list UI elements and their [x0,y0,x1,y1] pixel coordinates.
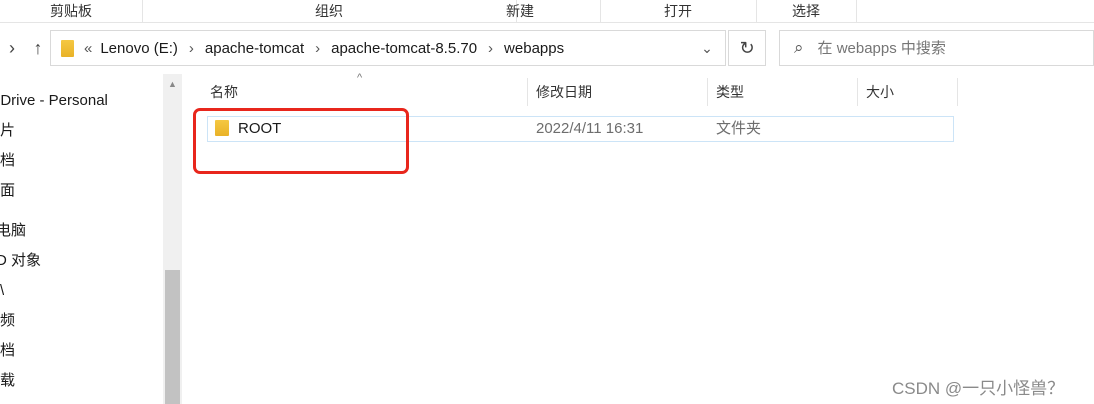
sidebar-item-documents[interactable]: 档 [0,148,15,174]
ribbon-group-open: 打开 [600,0,757,22]
sidebar-item-3d-objects[interactable]: D 对象 [0,248,41,274]
sidebar-item-downloads[interactable]: 载 [0,368,15,394]
chevron-down-icon[interactable]: ⌄ [697,37,717,59]
refresh-button[interactable]: ↻ [728,30,766,66]
ribbon-group-clipboard: 剪贴板 [0,0,143,22]
breadcrumb-webapps[interactable]: webapps [504,40,564,57]
sidebar-item-documents-2[interactable]: 档 [0,338,15,364]
search-input[interactable] [815,38,1070,58]
sidebar-scrollbar-thumb[interactable] [165,270,180,404]
column-header-size[interactable]: 大小 [858,78,958,106]
address-overflow-icon[interactable]: « [84,40,92,57]
highlight-annotation [193,108,409,174]
sidebar-item-drive[interactable]: \ [0,278,4,304]
file-type: 文件夹 [716,120,762,137]
column-header-type[interactable]: 类型 [708,78,858,106]
column-header-modified[interactable]: 修改日期 [528,78,708,106]
ribbon-group-select: 选择 [756,0,857,22]
scroll-up-icon[interactable]: ▲ [163,76,182,92]
search-icon: ⌕ [794,38,804,57]
ribbon-group-new: 新建 [440,0,601,22]
sidebar-item-onedrive[interactable]: eDrive - Personal [0,88,108,114]
ribbon-group-labels: 剪贴板 组织 新建 打开 选择 [0,0,1094,23]
chevron-right-icon[interactable]: › [488,40,493,57]
column-header-name[interactable]: 名称 [202,78,528,106]
breadcrumb-lenovo-e[interactable]: Lenovo (E:) [100,40,178,57]
address-bar[interactable]: « Lenovo (E:) › apache-tomcat › apache-t… [50,30,726,66]
sidebar-item-videos[interactable]: 频 [0,308,15,334]
search-box[interactable]: ⌕ [779,30,1094,66]
breadcrumb-apache-tomcat[interactable]: apache-tomcat [205,40,304,57]
chevron-right-icon[interactable]: › [315,40,320,57]
up-arrow-icon[interactable]: ↑ [28,36,48,60]
watermark: CSDN @一只小怪兽？ [892,379,1065,398]
folder-icon [61,39,74,57]
chevron-right-icon[interactable]: › [189,40,194,57]
file-modified: 2022/4/11 16:31 [536,120,644,137]
sidebar-item-pictures[interactable]: 片 [0,118,15,144]
refresh-icon: ↻ [739,38,755,58]
breadcrumb-apache-tomcat-version[interactable]: apache-tomcat-8.5.70 [331,40,477,57]
recent-locations-chevron-icon[interactable]: › [2,36,22,60]
sidebar-item-this-pc[interactable]: 电脑 [0,218,26,244]
sidebar-item-desktop[interactable]: 面 [0,178,15,204]
